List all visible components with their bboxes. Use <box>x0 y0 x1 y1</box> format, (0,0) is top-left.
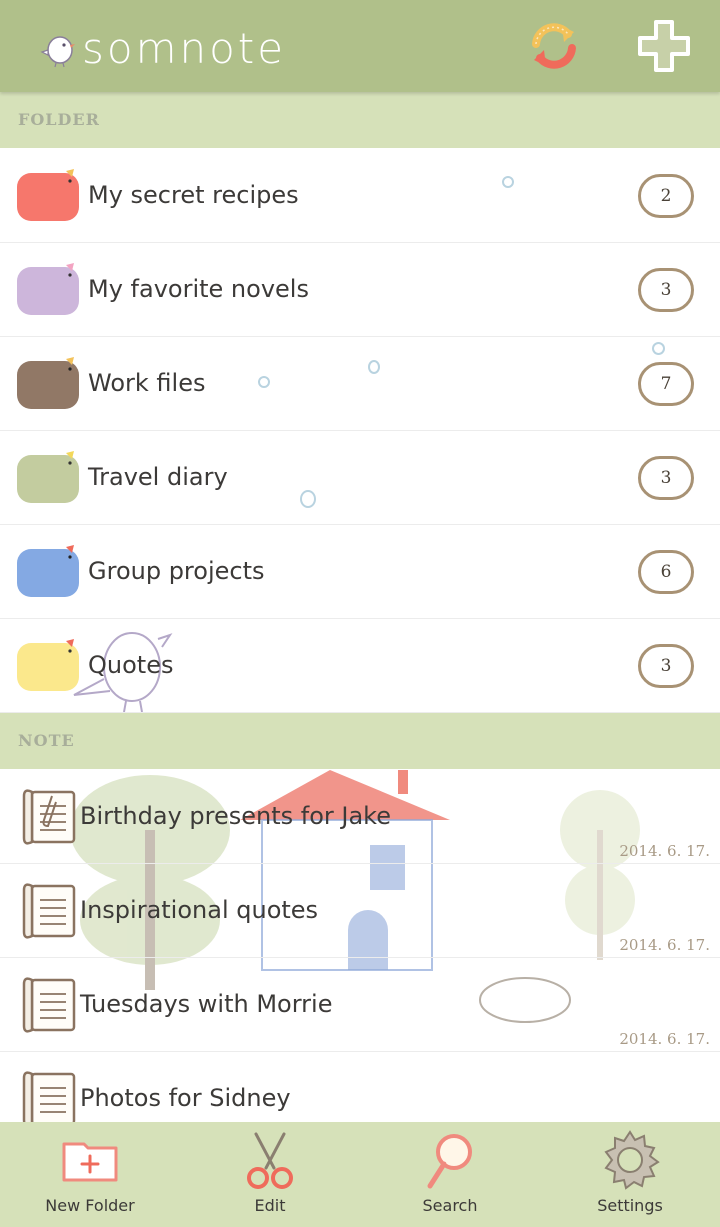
new-folder-button[interactable]: New Folder <box>0 1122 180 1227</box>
note-title: Tuesdays with Morrie <box>80 990 333 1018</box>
folder-bird-icon <box>17 545 79 597</box>
folder-bird-icon <box>17 357 79 409</box>
search-button[interactable]: Search <box>360 1122 540 1227</box>
note-date: 2014. 6. 17. <box>619 936 710 954</box>
folder-row[interactable]: Group projects 6 <box>0 525 720 619</box>
folder-section-header: FOLDER <box>0 92 720 148</box>
search-icon <box>427 1134 472 1189</box>
folder-bird-icon <box>17 263 79 315</box>
folder-row[interactable]: Quotes 3 <box>0 619 720 713</box>
note-title: Inspirational quotes <box>80 896 319 924</box>
note-title: Photos for Sidney <box>80 1084 291 1112</box>
sync-icon[interactable] <box>522 14 586 78</box>
plus-icon[interactable] <box>632 14 696 78</box>
scissors-icon <box>247 1132 293 1189</box>
note-section-header: NOTE <box>0 713 720 769</box>
bird-logo-icon <box>40 36 75 68</box>
new-folder-label: New Folder <box>45 1196 135 1215</box>
folder-row[interactable]: My favorite novels 3 <box>0 243 720 337</box>
folder-name: Work files <box>88 369 206 397</box>
folder-name: Group projects <box>88 557 265 585</box>
folder-row[interactable]: Work files 7 <box>0 337 720 431</box>
new-folder-icon <box>62 1142 118 1182</box>
note-row[interactable]: Birthday presents for Jake 2014. 6. 17. <box>0 770 720 864</box>
folder-bird-icon <box>17 451 79 503</box>
folder-section-label: FOLDER <box>18 110 100 129</box>
note-row[interactable]: Inspirational quotes 2014. 6. 17. <box>0 864 720 958</box>
note-clip-icon <box>22 789 76 845</box>
app-logo: somnote <box>40 18 286 78</box>
note-row[interactable]: Tuesdays with Morrie 2014. 6. 17. <box>0 958 720 1052</box>
folder-count-badge: 7 <box>638 362 694 406</box>
edit-label: Edit <box>254 1196 286 1215</box>
content-list: FOLDER My secret recipes 2 My favorite n… <box>0 0 720 1227</box>
folder-bird-icon <box>17 169 79 221</box>
settings-button[interactable]: Settings <box>540 1122 720 1227</box>
note-icon <box>22 883 76 939</box>
note-section-label: NOTE <box>18 731 75 750</box>
folder-count-badge: 3 <box>638 268 694 312</box>
note-title: Birthday presents for Jake <box>80 802 391 830</box>
folder-name: My favorite novels <box>88 275 309 303</box>
gear-icon <box>604 1130 660 1190</box>
edit-button[interactable]: Edit <box>180 1122 360 1227</box>
folder-count-badge: 2 <box>638 174 694 218</box>
note-date: 2014. 6. 17. <box>619 842 710 860</box>
note-date: 2014. 6. 17. <box>619 1030 710 1048</box>
bottom-toolbar: New Folder Edit Search Settings <box>0 1122 720 1227</box>
settings-label: Settings <box>597 1196 663 1215</box>
folder-name: Travel diary <box>88 463 228 491</box>
folder-row[interactable]: My secret recipes 2 <box>0 149 720 243</box>
folder-name: Quotes <box>88 651 174 679</box>
app-title: somnote <box>82 23 287 73</box>
note-icon <box>22 1071 76 1127</box>
folder-count-badge: 6 <box>638 550 694 594</box>
app-header: somnote <box>0 0 720 92</box>
folder-count-badge: 3 <box>638 456 694 500</box>
folder-count-badge: 3 <box>638 644 694 688</box>
folder-row[interactable]: Travel diary 3 <box>0 431 720 525</box>
folder-name: My secret recipes <box>88 181 299 209</box>
search-label: Search <box>422 1196 478 1215</box>
note-icon <box>22 977 76 1033</box>
